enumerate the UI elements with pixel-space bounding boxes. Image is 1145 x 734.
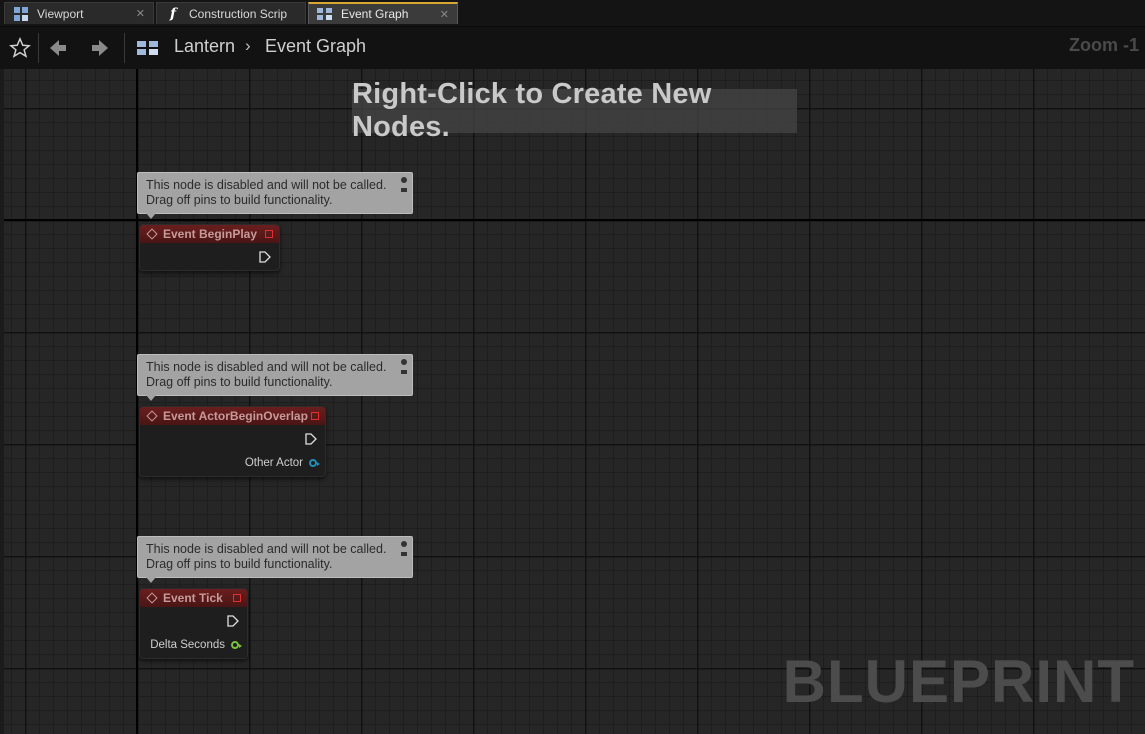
toolbar: Lantern › Event Graph Zoom -1 — [0, 27, 1145, 69]
event-icon — [146, 410, 158, 422]
exec-out-pin[interactable] — [305, 433, 317, 445]
pin-label: Other Actor — [244, 457, 303, 469]
pin-icon[interactable] — [399, 358, 409, 378]
tab-bar: Viewport ✕ f Construction Scrip Event Gr… — [0, 0, 1145, 27]
delta-seconds-pin[interactable]: Delta Seconds — [150, 639, 242, 651]
toolbar-separator — [38, 33, 39, 63]
chevron-right-icon: › — [245, 36, 251, 55]
exec-out-pin[interactable] — [227, 615, 239, 627]
close-icon[interactable]: ✕ — [440, 8, 449, 21]
object-pin-icon — [309, 459, 320, 467]
comment-line: Drag off pins to build functionality. — [146, 193, 333, 207]
comment-line: Drag off pins to build functionality. — [146, 557, 333, 571]
blueprint-watermark: BLUEPRINT — [782, 648, 1135, 715]
node-title: Event BeginPlay — [163, 227, 258, 241]
node-title: Event Tick — [163, 591, 223, 605]
zoom-level: Zoom -1 — [1069, 35, 1139, 55]
node-header: Event BeginPlay — [140, 225, 279, 243]
graph-origin-vertical — [136, 69, 138, 734]
disabled-node-comment: This node is disabled and will not be ca… — [137, 354, 413, 401]
other-actor-pin[interactable]: Other Actor — [244, 457, 320, 469]
arrow-left-icon — [50, 40, 66, 56]
exec-out-pin[interactable] — [259, 251, 271, 263]
comment-line: Drag off pins to build functionality. — [146, 375, 333, 389]
comment-tail — [146, 395, 156, 401]
favorite-button[interactable] — [6, 27, 34, 69]
close-icon[interactable]: ✕ — [136, 7, 145, 20]
disabled-node-comment: This node is disabled and will not be ca… — [137, 536, 413, 583]
comment-tail — [146, 213, 156, 219]
float-pin-icon — [231, 641, 242, 649]
event-icon — [146, 228, 158, 240]
pin-icon[interactable] — [399, 176, 409, 196]
tab-event-graph[interactable]: Event Graph ✕ — [308, 2, 458, 24]
back-button[interactable] — [44, 27, 72, 69]
event-beginplay-node[interactable]: Event BeginPlay — [139, 224, 280, 271]
star-icon — [9, 37, 31, 58]
node-title: Event ActorBeginOverlap — [163, 409, 308, 423]
node-header: Event ActorBeginOverlap — [140, 407, 325, 425]
create-nodes-hint: Right-Click to Create New Nodes. — [352, 78, 797, 143]
disabled-node-comment: This node is disabled and will not be ca… — [137, 172, 413, 219]
comment-line: This node is disabled and will not be ca… — [146, 542, 387, 556]
function-icon: f — [169, 5, 177, 22]
tab-label: Event Graph — [341, 7, 409, 21]
tab-construction-script[interactable]: f Construction Scrip — [156, 2, 306, 24]
pin-label: Delta Seconds — [150, 639, 225, 651]
event-graph-icon — [317, 6, 333, 22]
toolbar-separator — [124, 33, 125, 63]
graph-origin-horizontal — [4, 219, 1145, 221]
blueprint-icon — [136, 27, 162, 69]
pin-icon[interactable] — [399, 540, 409, 560]
delegate-pin[interactable] — [233, 594, 241, 602]
delegate-pin[interactable] — [265, 230, 273, 238]
tab-viewport[interactable]: Viewport ✕ — [4, 2, 154, 24]
comment-line: This node is disabled and will not be ca… — [146, 178, 387, 192]
event-tick-node[interactable]: Event Tick Delta Seconds — [139, 588, 248, 659]
tab-label: Construction Scrip — [189, 6, 288, 21]
graph-canvas[interactable]: Right-Click to Create New Nodes. This no… — [4, 69, 1145, 734]
breadcrumb-current: Event Graph — [265, 36, 367, 56]
arrow-right-icon — [92, 40, 108, 56]
node-header: Event Tick — [140, 589, 247, 607]
delegate-pin[interactable] — [311, 412, 319, 420]
comment-tail — [146, 577, 156, 583]
tab-label: Viewport — [37, 6, 84, 21]
event-actorbeginoverlap-node[interactable]: Event ActorBeginOverlap Other Actor — [139, 406, 326, 477]
breadcrumb-root[interactable]: Lantern — [174, 36, 235, 57]
comment-line: This node is disabled and will not be ca… — [146, 360, 387, 374]
event-icon — [146, 592, 158, 604]
forward-button[interactable] — [86, 27, 114, 69]
viewport-icon — [13, 6, 29, 22]
